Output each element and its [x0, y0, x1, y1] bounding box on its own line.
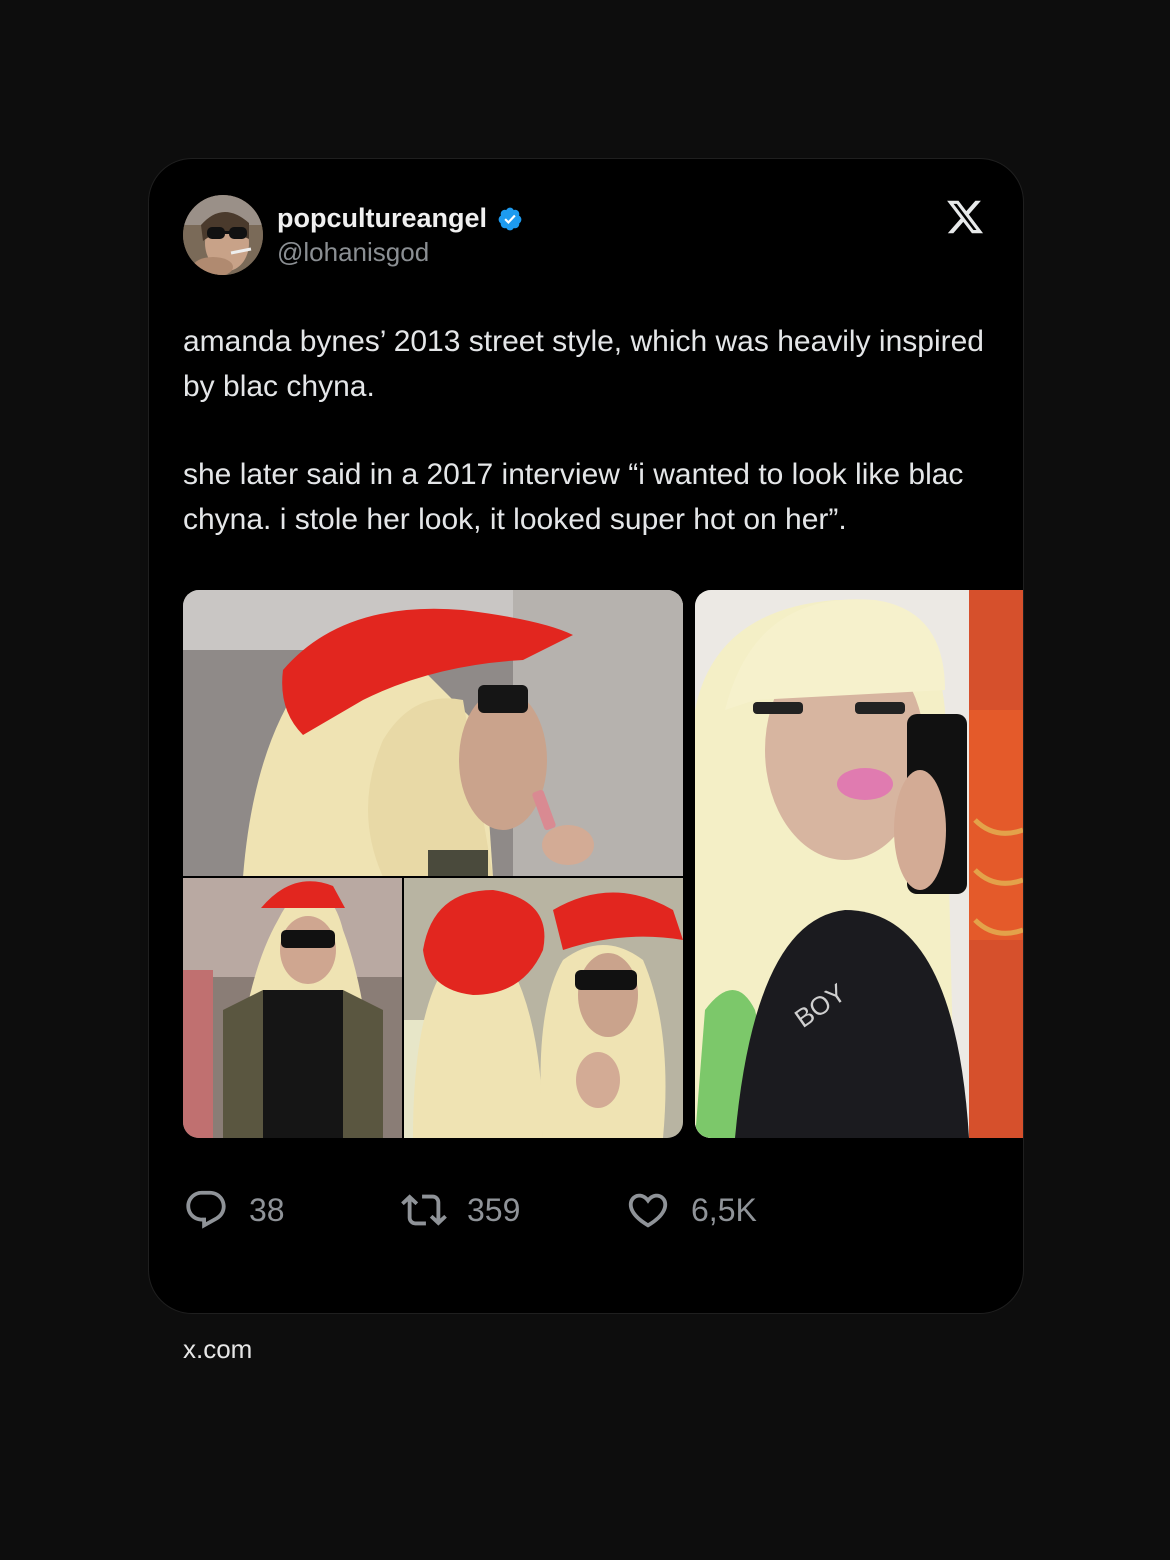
- source-label: x.com: [183, 1334, 253, 1364]
- x-logo-icon[interactable]: [945, 197, 985, 237]
- reply-action[interactable]: 38: [183, 1187, 401, 1233]
- like-count: 6,5K: [691, 1191, 757, 1228]
- post-card: popcultureangel @lohanisgod amanda bynes…: [148, 158, 1024, 1314]
- post-image-collage[interactable]: [183, 590, 683, 1138]
- repost-action[interactable]: 359: [401, 1187, 625, 1233]
- user-handle[interactable]: @lohanisgod: [277, 237, 429, 268]
- repost-icon: [401, 1194, 447, 1226]
- avatar[interactable]: [183, 195, 263, 275]
- post-text: amanda bynes’ 2013 street style, which w…: [183, 319, 993, 542]
- repost-count: 359: [467, 1191, 521, 1228]
- reply-icon: [186, 1190, 226, 1229]
- like-action[interactable]: 6,5K: [625, 1187, 757, 1233]
- display-name[interactable]: popcultureangel: [277, 203, 487, 234]
- reply-count: 38: [249, 1191, 285, 1228]
- post-text-paragraph-2: she later said in a 2017 interview “i wa…: [183, 458, 964, 536]
- post-actions: 38 359 6,5K: [183, 1187, 757, 1233]
- post-image-selfie[interactable]: BOY: [695, 590, 1023, 1138]
- post-text-paragraph-1: amanda bynes’ 2013 street style, which w…: [183, 325, 984, 403]
- verified-badge-icon: [498, 207, 522, 230]
- heart-icon: [628, 1193, 668, 1228]
- media-gallery: BOY: [183, 590, 1023, 1138]
